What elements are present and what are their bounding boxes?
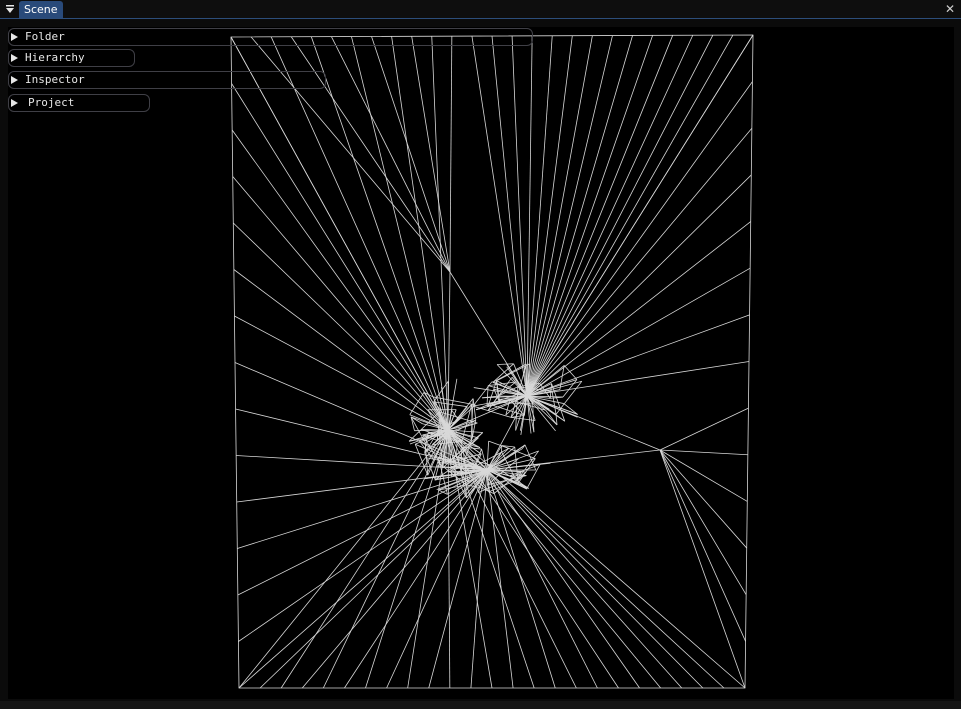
panel-label: Folder <box>25 30 65 43</box>
collapse-icon[interactable] <box>4 3 16 15</box>
panel-label: Project <box>28 96 75 109</box>
panel-folder[interactable]: Folder <box>8 28 533 46</box>
title-bar: Scene ✕ <box>0 0 961 19</box>
triangle-right-icon <box>11 76 18 84</box>
tab-scene[interactable]: Scene <box>19 1 63 18</box>
panel-project[interactable]: Project <box>8 94 150 112</box>
panel-label: Hierarchy <box>25 51 85 64</box>
panel-hierarchy[interactable]: Hierarchy <box>8 49 135 67</box>
wireframe-mesh <box>230 34 754 689</box>
panel-label: Inspector <box>25 73 85 86</box>
triangle-right-icon <box>11 54 18 62</box>
panel-inspector[interactable]: Inspector <box>8 71 326 89</box>
status-bar <box>0 701 961 709</box>
close-icon[interactable]: ✕ <box>943 2 957 16</box>
scene-viewport[interactable] <box>8 27 954 699</box>
scene-window: Scene ✕ Folder Hierarchy Inspector Proje… <box>0 0 961 709</box>
triangle-right-icon <box>11 99 18 107</box>
triangle-right-icon <box>11 33 18 41</box>
